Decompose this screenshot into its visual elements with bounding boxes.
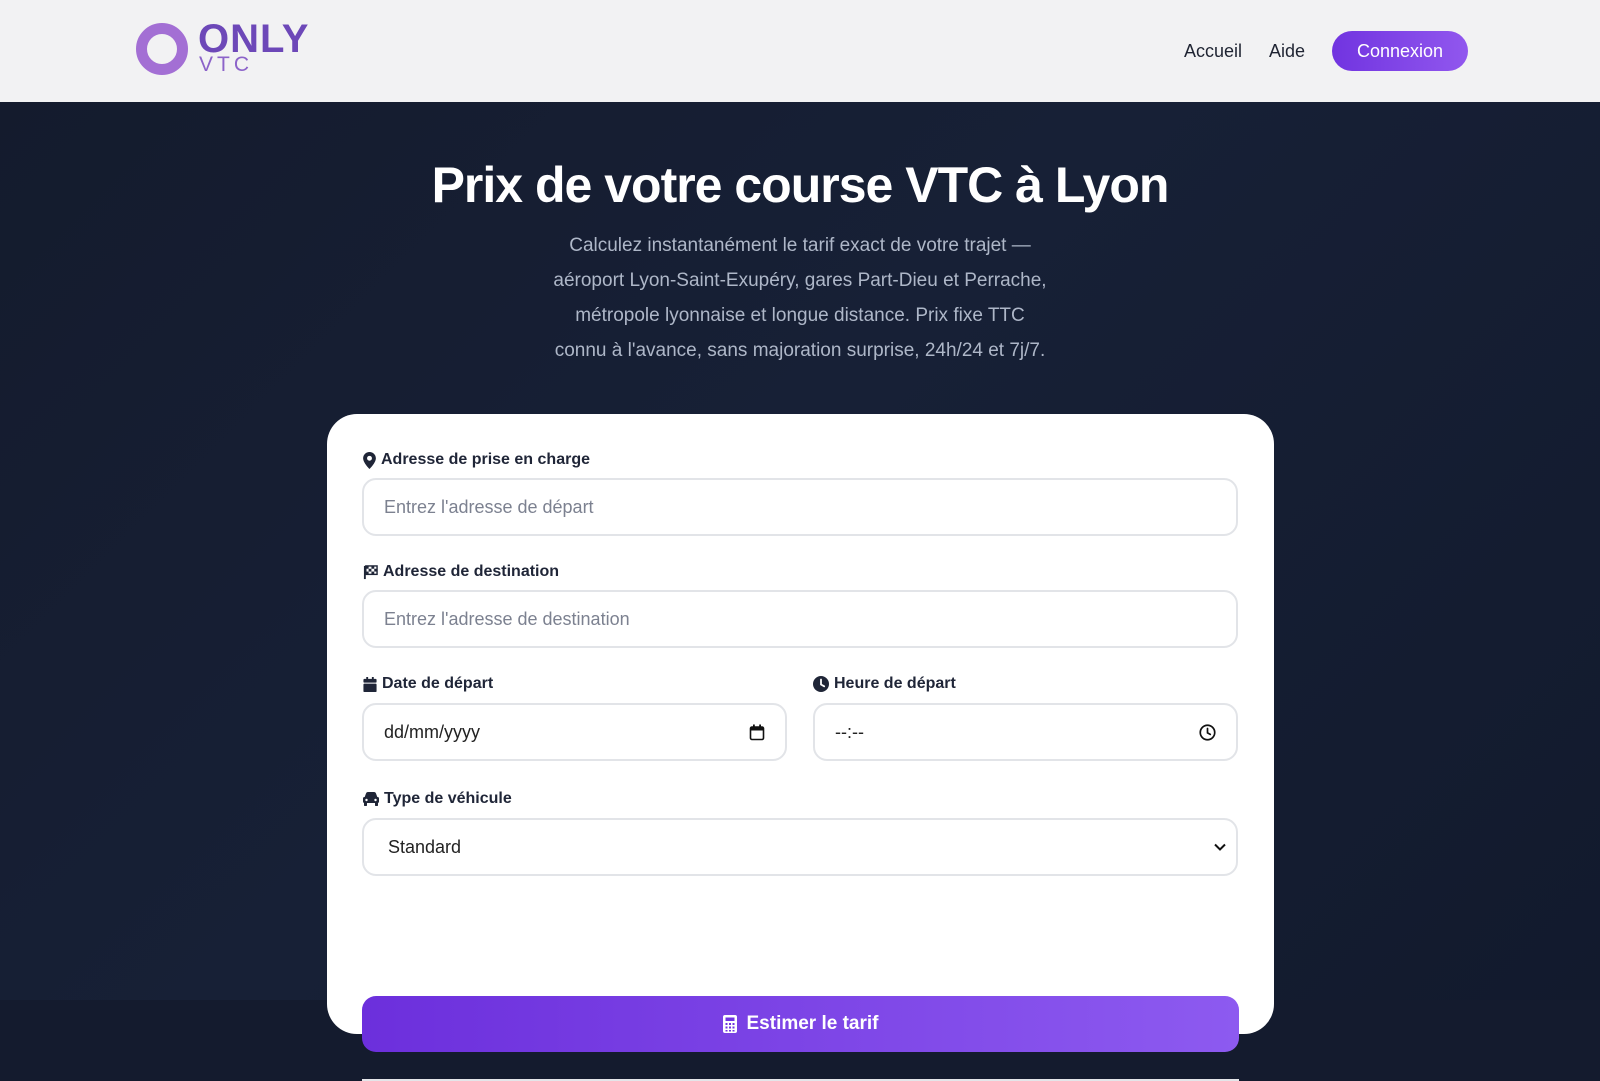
vehicle-label: Type de véhicule xyxy=(363,790,512,808)
page-title: Prix de votre course VTC à Lyon xyxy=(431,157,1170,213)
destination-address-field[interactable] xyxy=(362,590,1238,648)
pickup-label-text: Adresse de prise en charge xyxy=(381,451,590,468)
time-label-text: Heure de départ xyxy=(834,675,956,692)
calendar-picker-icon[interactable] xyxy=(749,724,765,741)
estimate-fare-button-label: Estimer le tarif xyxy=(746,1013,879,1034)
hero-section: Prix de votre course VTC à Lyon Calculez… xyxy=(0,102,1600,1081)
vehicle-type-selected: Standard xyxy=(388,836,462,857)
chevron-down-icon[interactable] xyxy=(1214,843,1226,851)
time-input[interactable]: --:-- xyxy=(813,703,1238,761)
logo-ring-icon xyxy=(136,23,188,75)
subtitle-line: métropole lyonnaise et longue distance. … xyxy=(575,305,1025,326)
vehicle-label-text: Type de véhicule xyxy=(384,790,512,807)
subtitle-line: Calculez instantanément le tarif exact d… xyxy=(569,235,1031,256)
top-navigation-bar: ONLY VTC Accueil Aide Connexion xyxy=(0,0,1600,102)
calendar-icon xyxy=(363,676,377,692)
pickup-label: Adresse de prise en charge xyxy=(363,451,590,469)
nav-link-accueil[interactable]: Accueil xyxy=(1184,31,1242,71)
time-label: Heure de départ xyxy=(813,675,956,693)
time-picker-icon[interactable] xyxy=(1199,723,1216,741)
login-button[interactable]: Connexion xyxy=(1332,31,1468,71)
time-input-value: --:-- xyxy=(835,721,864,742)
vehicle-type-select[interactable]: Standard xyxy=(362,818,1238,876)
nav-link-aide[interactable]: Aide xyxy=(1269,31,1305,71)
calculator-icon xyxy=(722,1015,737,1033)
destination-label: Adresse de destination xyxy=(363,563,559,581)
main-navigation: Accueil Aide Connexion xyxy=(1184,31,1468,71)
date-input[interactable]: dd/mm/yyyy xyxy=(362,703,787,761)
car-icon xyxy=(363,792,379,806)
logo-text: ONLY VTC xyxy=(198,19,309,75)
destination-address-input[interactable] xyxy=(384,592,1236,646)
map-pin-icon xyxy=(363,451,376,469)
subtitle-line: aéroport Lyon-Saint-Exupéry, gares Part-… xyxy=(553,270,1047,291)
clock-icon xyxy=(813,676,829,692)
date-label-text: Date de départ xyxy=(382,675,494,692)
date-label: Date de départ xyxy=(363,675,493,693)
subtitle-line: connu à l'avance, sans majoration surpri… xyxy=(554,340,1046,361)
destination-label-text: Adresse de destination xyxy=(383,563,560,580)
date-input-value: dd/mm/yyyy xyxy=(384,721,481,742)
estimate-fare-button[interactable]: Estimer le tarif xyxy=(362,996,1239,1052)
hero-subtitle: Calculez instantanément le tarif exact d… xyxy=(500,228,1100,368)
pickup-address-input[interactable] xyxy=(384,480,1236,534)
site-logo[interactable]: ONLY VTC xyxy=(136,19,309,75)
checkered-flag-icon xyxy=(363,564,378,579)
pickup-address-field[interactable] xyxy=(362,478,1238,536)
fare-estimate-form: Adresse de prise en charge Adresse de de… xyxy=(327,414,1274,1081)
